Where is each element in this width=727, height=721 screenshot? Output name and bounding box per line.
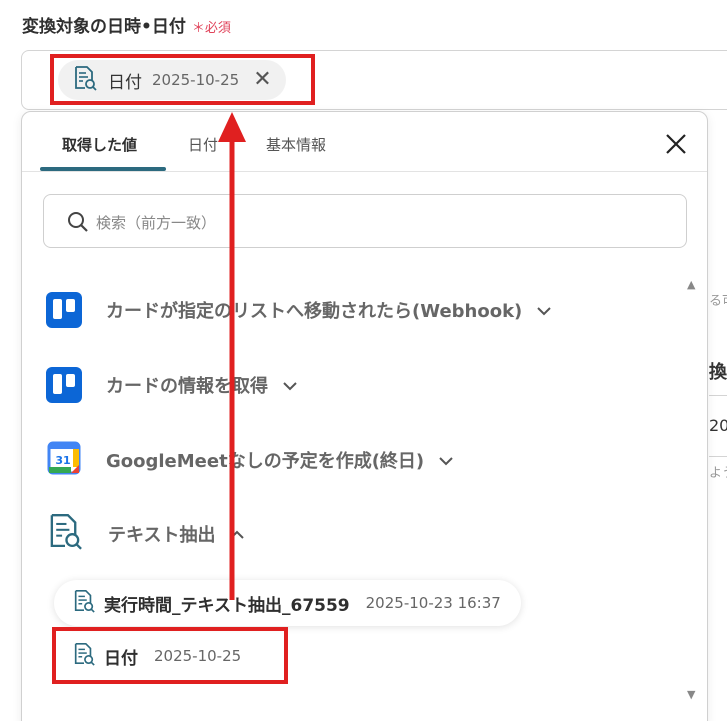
red-arrow-annotation [218,112,246,600]
page: 変換対象の日時•日付＊必須 る可 換後 202 よう 日付 2025-10-25… [0,0,727,721]
